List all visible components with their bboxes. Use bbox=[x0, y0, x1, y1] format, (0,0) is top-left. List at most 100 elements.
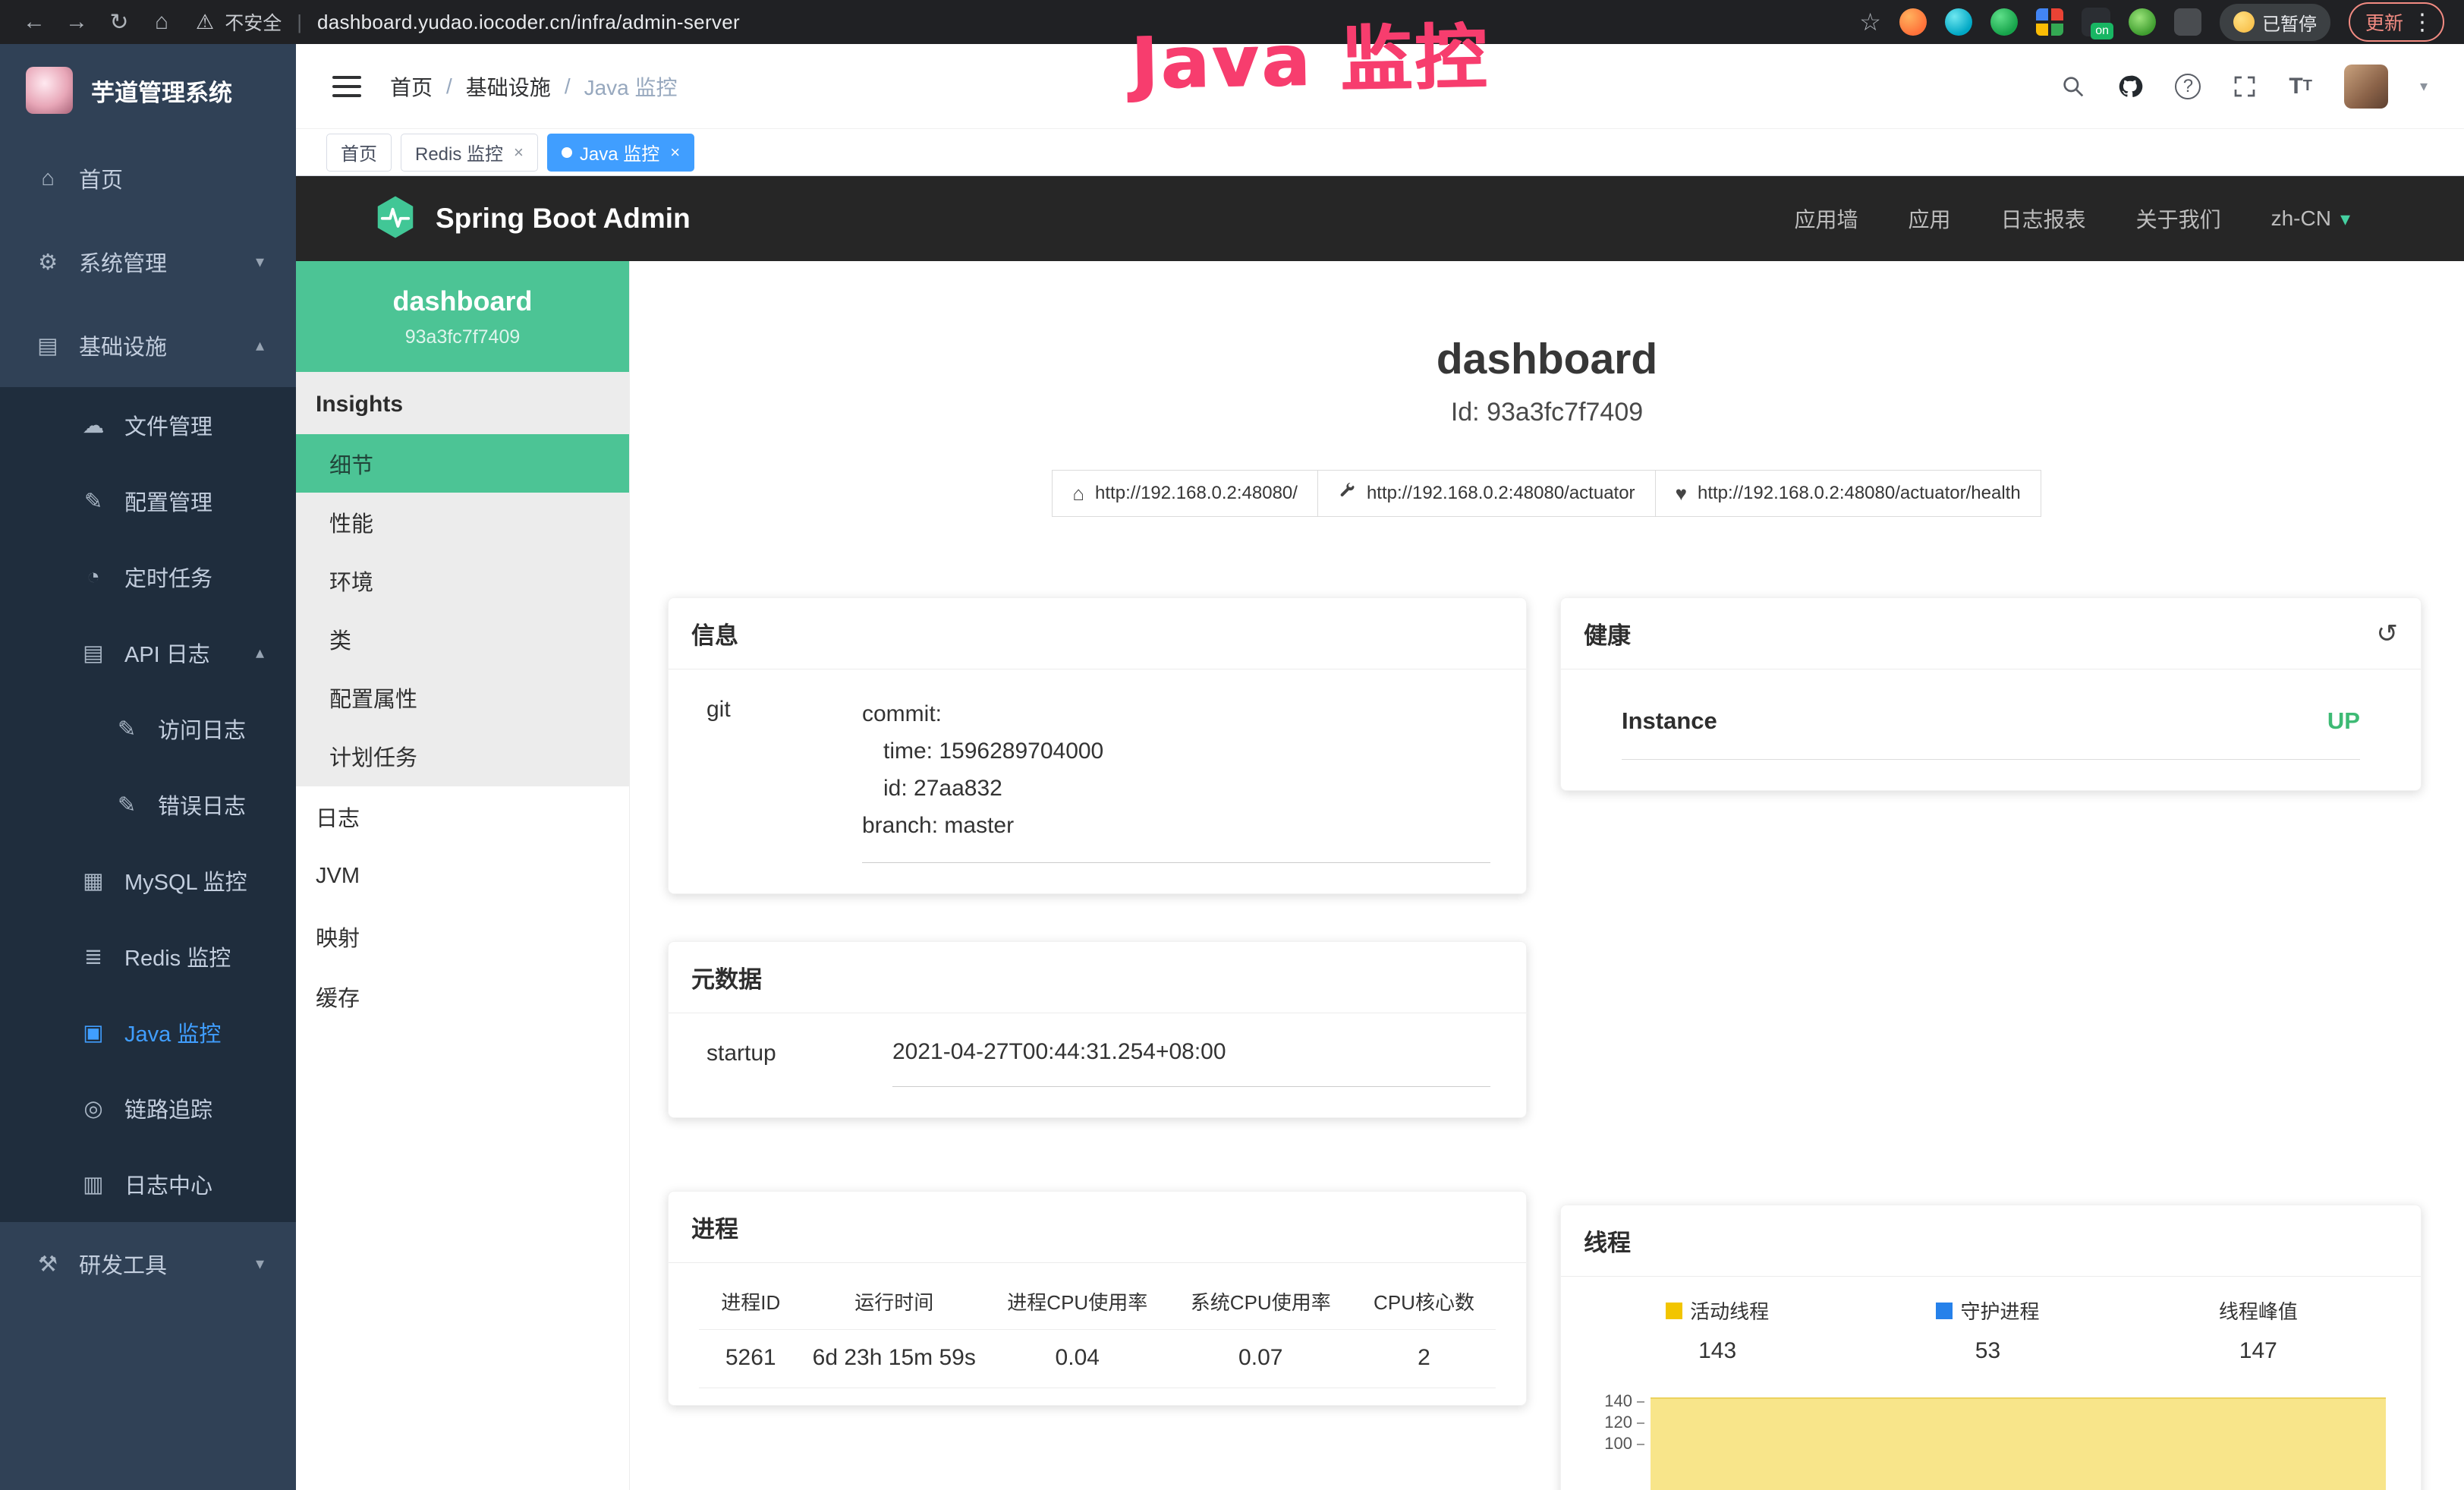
threads-chart: 140 120 100 bbox=[1582, 1391, 2393, 1490]
info-row: git commit: time: 1596289704000 id: 27aa… bbox=[706, 695, 1490, 863]
chevron-down-icon: ▾ bbox=[2340, 207, 2350, 231]
sba-nav-links: 应用墙 应用 日志报表 关于我们 zh-CN ▾ bbox=[1795, 203, 2350, 234]
forward-icon[interactable]: → bbox=[58, 9, 96, 35]
threads-legend: 活动线程 143 守护进程 bbox=[1582, 1296, 2393, 1364]
close-icon[interactable]: × bbox=[670, 143, 680, 162]
instance-subtitle: Id: 93a3fc7f7409 bbox=[630, 398, 2464, 427]
sba-item-classes[interactable]: 类 bbox=[296, 610, 629, 668]
sidebar-item-log-center[interactable]: ▥ 日志中心 bbox=[0, 1146, 296, 1222]
sba-instance-header[interactable]: dashboard 93a3fc7f7409 bbox=[296, 261, 629, 372]
sba-item-logs[interactable]: 日志 bbox=[296, 786, 629, 846]
sidebar-item-devtools[interactable]: ⚒ 研发工具 ▾ bbox=[0, 1222, 296, 1306]
actuator-url-link[interactable]: http://192.168.0.2:48080/actuator bbox=[1317, 470, 1656, 517]
doc-icon: ✎ bbox=[112, 716, 141, 742]
infra-submenu: ☁ 文件管理 ✎ 配置管理 ◔ 定时任务 ▤ API 日志 ▴ ✎ bbox=[0, 387, 296, 1222]
bookmark-star-icon[interactable]: ☆ bbox=[1859, 8, 1881, 36]
chevron-up-icon: ▴ bbox=[256, 335, 264, 355]
sba-item-config-props[interactable]: 配置属性 bbox=[296, 668, 629, 726]
font-size-icon[interactable]: TT bbox=[2289, 74, 2312, 99]
extension-puzzle-icon[interactable] bbox=[2174, 8, 2201, 36]
sba-nav-wallboard[interactable]: 应用墙 bbox=[1795, 203, 1858, 234]
sidebar-item-jobs[interactable]: ◔ 定时任务 bbox=[0, 539, 296, 615]
breadcrumb-separator: / bbox=[446, 74, 452, 99]
extension-on-icon[interactable]: on bbox=[2082, 8, 2110, 36]
url-text: dashboard.yudao.iocoder.cn/infra/admin-s… bbox=[317, 11, 740, 34]
tab-bar: 首页 Redis 监控 × Java 监控 × bbox=[296, 129, 2464, 176]
tab-java-monitor[interactable]: Java 监控 × bbox=[547, 134, 694, 172]
extension-fox-icon[interactable] bbox=[1899, 8, 1927, 36]
address-bar[interactable]: ⚠ 不安全 | dashboard.yudao.iocoder.cn/infra… bbox=[196, 8, 1855, 36]
sidebar-item-redis[interactable]: ≣ Redis 监控 bbox=[0, 918, 296, 994]
kebab-menu-icon[interactable]: ⋮ bbox=[2411, 9, 2434, 36]
mysql-icon: ▦ bbox=[79, 868, 108, 894]
sba-item-details[interactable]: 细节 bbox=[296, 434, 629, 493]
emoji-face-icon bbox=[2233, 11, 2255, 33]
health-row[interactable]: Instance UP bbox=[1622, 688, 2360, 760]
sidebar-item-api-log[interactable]: ▤ API 日志 ▴ bbox=[0, 615, 296, 691]
language-selector[interactable]: zh-CN ▾ bbox=[2271, 206, 2350, 231]
help-icon[interactable]: ? bbox=[2175, 74, 2201, 99]
home-icon: ⌂ bbox=[1072, 482, 1084, 506]
fullscreen-icon[interactable] bbox=[2233, 74, 2257, 99]
sidebar-item-tracing[interactable]: ◎ 链路追踪 bbox=[0, 1070, 296, 1146]
breadcrumb-home[interactable]: 首页 bbox=[390, 71, 433, 102]
tab-redis-monitor[interactable]: Redis 监控 × bbox=[401, 134, 538, 172]
doc-icon: ✎ bbox=[112, 792, 141, 818]
chevron-up-icon: ▴ bbox=[256, 643, 264, 663]
sidebar-item-files[interactable]: ☁ 文件管理 bbox=[0, 387, 296, 463]
sba-item-performance[interactable]: 性能 bbox=[296, 493, 629, 551]
extension-grid-icon[interactable] bbox=[2036, 8, 2063, 36]
instance-links: ⌂ http://192.168.0.2:48080/ http://192.1… bbox=[630, 470, 2464, 517]
tab-home[interactable]: 首页 bbox=[326, 134, 392, 172]
sba-nav-applications[interactable]: 应用 bbox=[1909, 203, 1951, 234]
extension-green-icon[interactable] bbox=[1990, 8, 2018, 36]
health-instance-label: Instance bbox=[1622, 707, 1717, 735]
info-row-value: commit: time: 1596289704000 id: 27aa832 … bbox=[862, 695, 1490, 863]
breadcrumb-current: Java 监控 bbox=[584, 71, 678, 102]
process-card-title: 进程 bbox=[669, 1192, 1526, 1263]
sidebar-item-java-monitor[interactable]: ▣ Java 监控 bbox=[0, 994, 296, 1070]
home-icon[interactable]: ⌂ bbox=[143, 9, 181, 35]
update-button[interactable]: 更新 ⋮ bbox=[2349, 2, 2444, 42]
sidebar-item-home[interactable]: ⌂ 首页 bbox=[0, 137, 296, 220]
sba-item-environment[interactable]: 环境 bbox=[296, 551, 629, 610]
sba-nav-journal[interactable]: 日志报表 bbox=[2001, 203, 2086, 234]
sidebar-item-access-log[interactable]: ✎ 访问日志 bbox=[0, 691, 296, 767]
paused-badge[interactable]: 已暂停 bbox=[2220, 4, 2330, 41]
health-url-link[interactable]: ♥ http://192.168.0.2:48080/actuator/heal… bbox=[1655, 470, 2041, 517]
close-icon[interactable]: × bbox=[514, 143, 524, 162]
back-icon[interactable]: ← bbox=[15, 9, 53, 35]
hamburger-icon[interactable] bbox=[332, 76, 361, 97]
github-icon[interactable] bbox=[2117, 74, 2143, 99]
logo-avatar bbox=[26, 67, 73, 114]
instance-name: dashboard bbox=[392, 285, 532, 317]
sidebar-item-error-log[interactable]: ✎ 错误日志 bbox=[0, 767, 296, 843]
header-actions: ? TT ▾ bbox=[2061, 65, 2428, 109]
legend-color-daemon bbox=[1936, 1303, 1953, 1319]
chevron-down-icon: ▾ bbox=[256, 252, 264, 272]
sba-nav-about[interactable]: 关于我们 bbox=[2136, 203, 2221, 234]
sba-item-jvm[interactable]: JVM bbox=[296, 846, 629, 906]
eye-icon: ◎ bbox=[79, 1095, 108, 1122]
sba-item-scheduled-tasks[interactable]: 计划任务 bbox=[296, 726, 629, 785]
warning-icon: ⚠ bbox=[196, 11, 214, 34]
service-url-link[interactable]: ⌂ http://192.168.0.2:48080/ bbox=[1052, 470, 1318, 517]
user-avatar[interactable] bbox=[2344, 65, 2388, 109]
daemon-threads-value: 53 bbox=[1852, 1338, 2123, 1364]
sba-item-caches[interactable]: 缓存 bbox=[296, 966, 629, 1026]
sidebar-item-mysql[interactable]: ▦ MySQL 监控 bbox=[0, 843, 296, 918]
search-icon[interactable] bbox=[2061, 74, 2085, 99]
breadcrumb-section[interactable]: 基础设施 bbox=[466, 71, 551, 102]
caret-down-icon[interactable]: ▾ bbox=[2420, 77, 2428, 96]
sidebar-item-config[interactable]: ✎ 配置管理 bbox=[0, 463, 296, 539]
chevron-down-icon: ▾ bbox=[256, 1254, 264, 1274]
refresh-icon[interactable]: ↻ bbox=[100, 9, 138, 36]
sidebar-item-system[interactable]: ⚙ 系统管理 ▾ bbox=[0, 220, 296, 304]
metadata-card-title: 元数据 bbox=[669, 942, 1526, 1013]
extension-leaf-icon[interactable] bbox=[2129, 8, 2156, 36]
history-icon[interactable]: ↺ bbox=[2377, 619, 2399, 649]
process-table: 进程ID 运行时间 进程CPU使用率 系统CPU使用率 CPU核心数 5261 bbox=[699, 1271, 1496, 1388]
sba-item-mappings[interactable]: 映射 bbox=[296, 906, 629, 966]
extension-drop-icon[interactable] bbox=[1945, 8, 1972, 36]
sidebar-item-infra[interactable]: ▤ 基础设施 ▴ bbox=[0, 304, 296, 387]
